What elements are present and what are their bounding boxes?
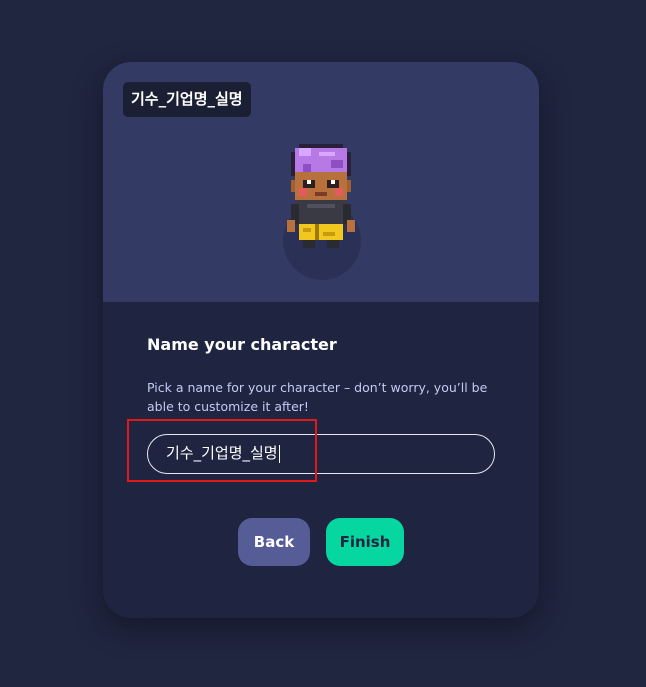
character-name-input[interactable]: 기수_기업명_실명 — [147, 434, 495, 474]
form-description: Pick a name for your character – don’t w… — [147, 380, 488, 414]
text-caret — [278, 444, 280, 463]
avatar-container — [279, 144, 363, 284]
form-title: Name your character — [147, 335, 337, 354]
character-name-value: 기수_기업명_실명 — [166, 444, 278, 462]
back-button[interactable]: Back — [238, 518, 310, 566]
finish-button[interactable]: Finish — [326, 518, 404, 566]
character-name-tag: 기수_기업명_실명 — [123, 82, 251, 117]
pixel-character-avatar-icon — [287, 144, 355, 248]
character-setup-card: 기수_기업명_실명 Name your character Pick a nam… — [103, 62, 539, 618]
name-form: Name your character Pick a name for your… — [147, 332, 495, 416]
character-preview: 기수_기업명_실명 — [103, 62, 539, 302]
